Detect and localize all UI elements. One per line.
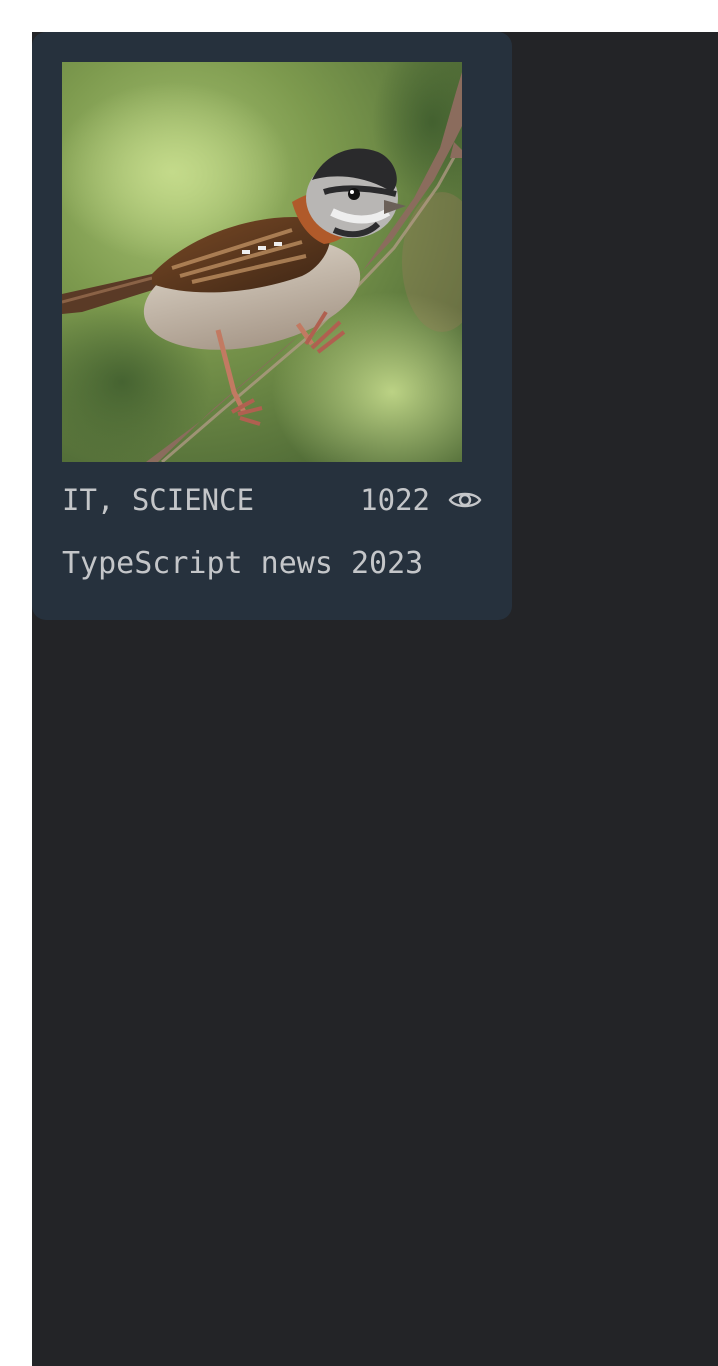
article-meta-row: IT, SCIENCE 1022 — [62, 480, 482, 520]
views-count: 1022 — [360, 483, 430, 517]
views-counter: 1022 — [360, 483, 482, 517]
bird-photo — [62, 62, 462, 462]
eye-icon — [448, 488, 482, 512]
article-title: TypeScript news 2023 — [62, 546, 424, 581]
article-types: IT, SCIENCE — [62, 483, 255, 517]
article-image — [62, 62, 462, 462]
article-card[interactable]: IT, SCIENCE 1022 TypeScript news 2023 — [32, 32, 512, 620]
